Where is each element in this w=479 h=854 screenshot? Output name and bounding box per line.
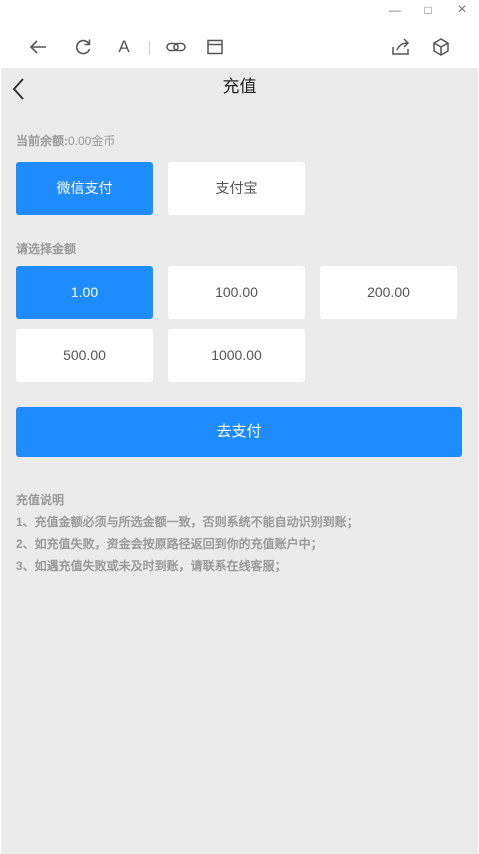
balance-label: 当前余额: xyxy=(16,134,68,148)
cube-icon[interactable] xyxy=(429,35,453,59)
notes-item: 1、充值金额必须与所选金额一致，否则系统不能自动识别到账； xyxy=(16,515,359,529)
nav-bar: 充值 xyxy=(1,68,478,112)
refresh-icon[interactable] xyxy=(71,35,95,59)
back-arrow-icon[interactable] xyxy=(26,35,50,59)
font-size-icon[interactable]: A xyxy=(112,35,136,59)
notes-item: 3、如遇充值失败或未及时到账，请联系在线客服； xyxy=(16,559,287,573)
share-icon[interactable] xyxy=(389,35,413,59)
close-icon[interactable]: × xyxy=(451,1,473,19)
amount-option[interactable]: 100.00 xyxy=(168,266,305,319)
link-icon[interactable] xyxy=(164,35,188,59)
amount-option[interactable]: 200.00 xyxy=(320,266,457,319)
balance-row: 当前余额:0.00金币 xyxy=(16,132,115,149)
page-title: 充值 xyxy=(222,77,257,96)
window-icon[interactable] xyxy=(203,35,227,59)
amount-option[interactable]: 500.00 xyxy=(16,329,153,382)
amount-option[interactable]: 1000.00 xyxy=(168,329,305,382)
pay-button[interactable]: 去支付 xyxy=(16,407,462,457)
browser-toolbar: A xyxy=(0,24,479,68)
recharge-notes: 充值说明 1、充值金额必须与所选金额一致，否则系统不能自动识别到账； 2、如充值… xyxy=(16,489,359,577)
recharge-page: 充值 当前余额:0.00金币 微信支付 支付宝 请选择金额 1.00 100.0… xyxy=(1,68,478,854)
maximize-icon[interactable]: □ xyxy=(417,1,439,19)
window-titlebar: — □ × xyxy=(0,0,479,24)
amount-section-label: 请选择金额 xyxy=(16,242,77,256)
amount-option[interactable]: 1.00 xyxy=(16,266,153,319)
notes-item: 2、如充值失败，资金会按原路径返回到你的充值账户中； xyxy=(16,537,323,551)
payment-option-alipay[interactable]: 支付宝 xyxy=(168,162,305,215)
app-window: — □ × A 充值 当前余额:0.00金币 微信支付 支付宝 请选择金额 1.… xyxy=(0,0,479,854)
minimize-icon[interactable]: — xyxy=(384,1,406,19)
notes-title: 充值说明 xyxy=(16,493,65,507)
payment-option-wechat[interactable]: 微信支付 xyxy=(16,162,153,215)
balance-value: 0.00金币 xyxy=(68,134,116,148)
toolbar-divider xyxy=(149,41,150,55)
